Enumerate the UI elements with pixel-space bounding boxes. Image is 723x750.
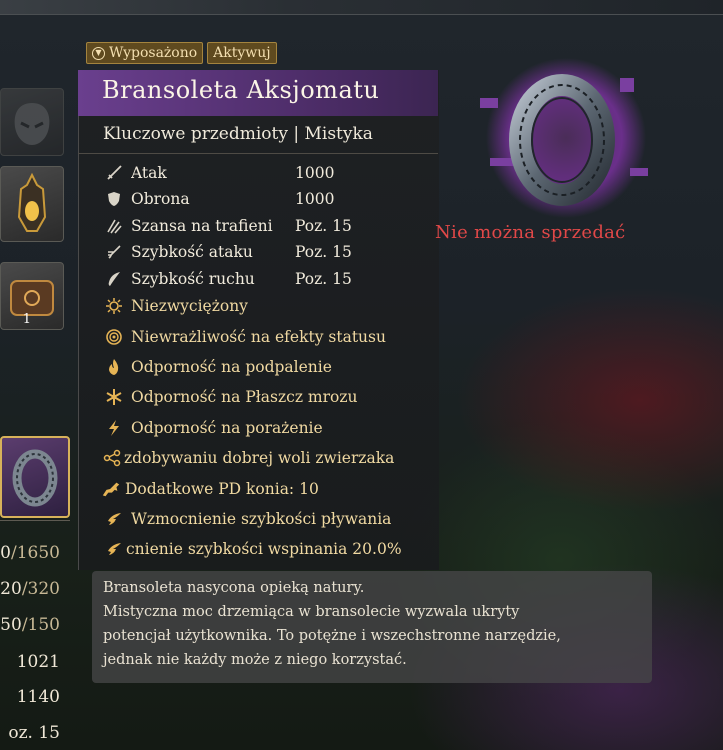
inventory-slot-mask[interactable] [0,88,64,156]
equipped-icon: ▼ [92,46,105,60]
claw-icon [104,216,124,236]
item-artwork [470,58,656,218]
item-category: Kluczowe przedmioty | Mistyka [103,124,373,144]
inventory-slot-lantern[interactable] [0,166,64,242]
player-stat: 50/150 [0,615,60,635]
inventory-column: 1 [0,0,76,750]
snowflake-icon [104,387,124,407]
effect-climb-speed: cnienie szybkości wspinania 20.0% [104,538,402,560]
effect-status-immunity: Niewrażliwość na efekty statusu [104,326,386,348]
title-separator [78,153,438,154]
inventory-slot-chest[interactable]: 1 [0,262,64,330]
effect-fire-resistance: Odporność na podpalenie [104,356,332,378]
item-title: Bransoleta Aksjomatu [102,76,380,104]
horse-icon [101,479,121,499]
top-bar [0,0,723,15]
stat-row-defense: Obrona 1000 [104,188,334,210]
description-line: jednak nie każdy może z niego korzystać. [103,652,407,668]
player-stat: 1140 [16,687,60,707]
bracelet-thumbnail-icon [12,449,58,507]
stat-row-crit-chance: Szansa na trafieni Poz. 15 [104,215,352,237]
stat-row-attack-speed: Szybkość ataku Poz. 15 [104,241,352,263]
description-line: potencjał użytkownika. To potężne i wsze… [103,628,561,644]
flame-icon [104,357,124,377]
stat-row-attack: Atak 1000 [104,162,334,184]
inventory-slot-bracelet-selected[interactable] [0,436,70,518]
sell-restriction-notice: Nie można sprzedać [435,222,626,243]
mask-icon [14,103,50,145]
share-icon [102,448,122,468]
activate-button[interactable]: Aktywuj [207,42,277,64]
stat-row-move-speed: Szybkość ruchu Poz. 15 [104,268,352,290]
item-description: Bransoleta nasycona opieką natury. Misty… [92,571,652,683]
status-badges: ▼ Wyposażono Aktywuj [86,42,277,64]
sun-icon [104,296,124,316]
swirl-icon [104,327,124,347]
sword-icon [104,163,124,183]
bracelet-icon [480,58,648,218]
equipped-label: Wyposażono [109,45,198,61]
player-stat: oz. 15 [8,723,60,743]
effect-invincible: Niezwyciężony [104,295,248,317]
player-stat: 0/1650 [0,543,60,563]
chest-icon [10,280,54,316]
description-line: Bransoleta nasycona opieką natury. [103,580,365,596]
effect-frost-resistance: Odporność na Płaszcz mrozu [104,386,358,408]
blade-speed-icon [104,242,124,262]
effect-horse-xp: Dodatkowe PD konia: 10 [101,478,319,500]
description-line: Mistyczna moc drzemiąca w bransolecie wy… [103,604,520,620]
shield-icon [104,189,124,209]
wing-icon [104,539,124,559]
player-stat: 1021 [16,652,60,672]
equipped-badge: ▼ Wyposażono [86,42,204,64]
wing-icon [104,509,124,529]
effect-pet-goodwill: zdobywaniu dobrej woli zwierzaka [102,447,394,469]
activate-label: Aktywuj [213,45,271,61]
lantern-icon [17,172,47,232]
player-stat: 20/320 [0,579,60,599]
wing-icon [104,269,124,289]
effect-swim-speed: Wzmocnienie szybkości pływania [104,508,391,530]
stats-divider [0,520,70,521]
slot-quantity: 1 [22,312,31,327]
effect-shock-resistance: Odporność na porażenie [104,417,323,439]
lightning-icon [104,418,124,438]
